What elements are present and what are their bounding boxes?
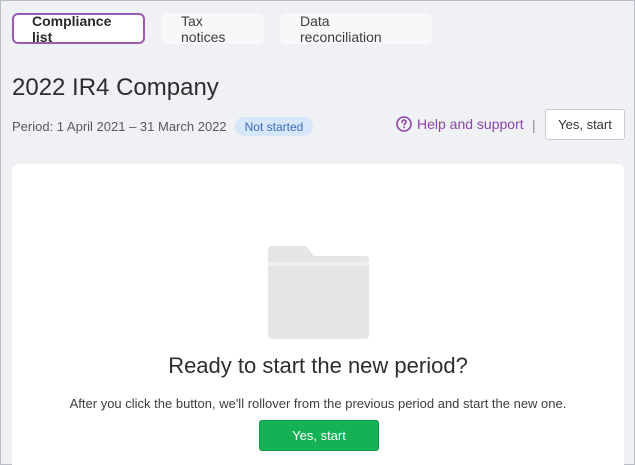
yes-start-header-button[interactable]: Yes, start <box>545 109 625 140</box>
help-label: Help and support <box>417 116 524 132</box>
yes-start-button[interactable]: Yes, start <box>259 420 379 451</box>
empty-state-card: Ready to start the new period? After you… <box>12 164 624 465</box>
page-title: 2022 IR4 Company <box>12 74 219 101</box>
empty-state-subtitle: After you click the button, we'll rollov… <box>69 396 567 411</box>
tab-compliance-list[interactable]: Compliance list <box>12 13 145 45</box>
period-text: Period: 1 April 2021 – 31 March 2022 <box>12 119 227 134</box>
help-and-support-link[interactable]: Help and support <box>396 116 524 132</box>
empty-state-title: Ready to start the new period? <box>168 353 468 378</box>
folder-icon <box>268 246 369 339</box>
period-row: Period: 1 April 2021 – 31 March 2022 Not… <box>12 117 314 136</box>
tab-tax-notices[interactable]: Tax notices <box>161 13 264 45</box>
tab-bar: Compliance list Tax notices Data reconci… <box>12 13 432 45</box>
tab-data-reconciliation[interactable]: Data reconciliation <box>280 13 432 45</box>
status-badge: Not started <box>234 117 314 136</box>
question-circle-icon <box>396 116 412 132</box>
header-separator: | <box>532 117 536 133</box>
